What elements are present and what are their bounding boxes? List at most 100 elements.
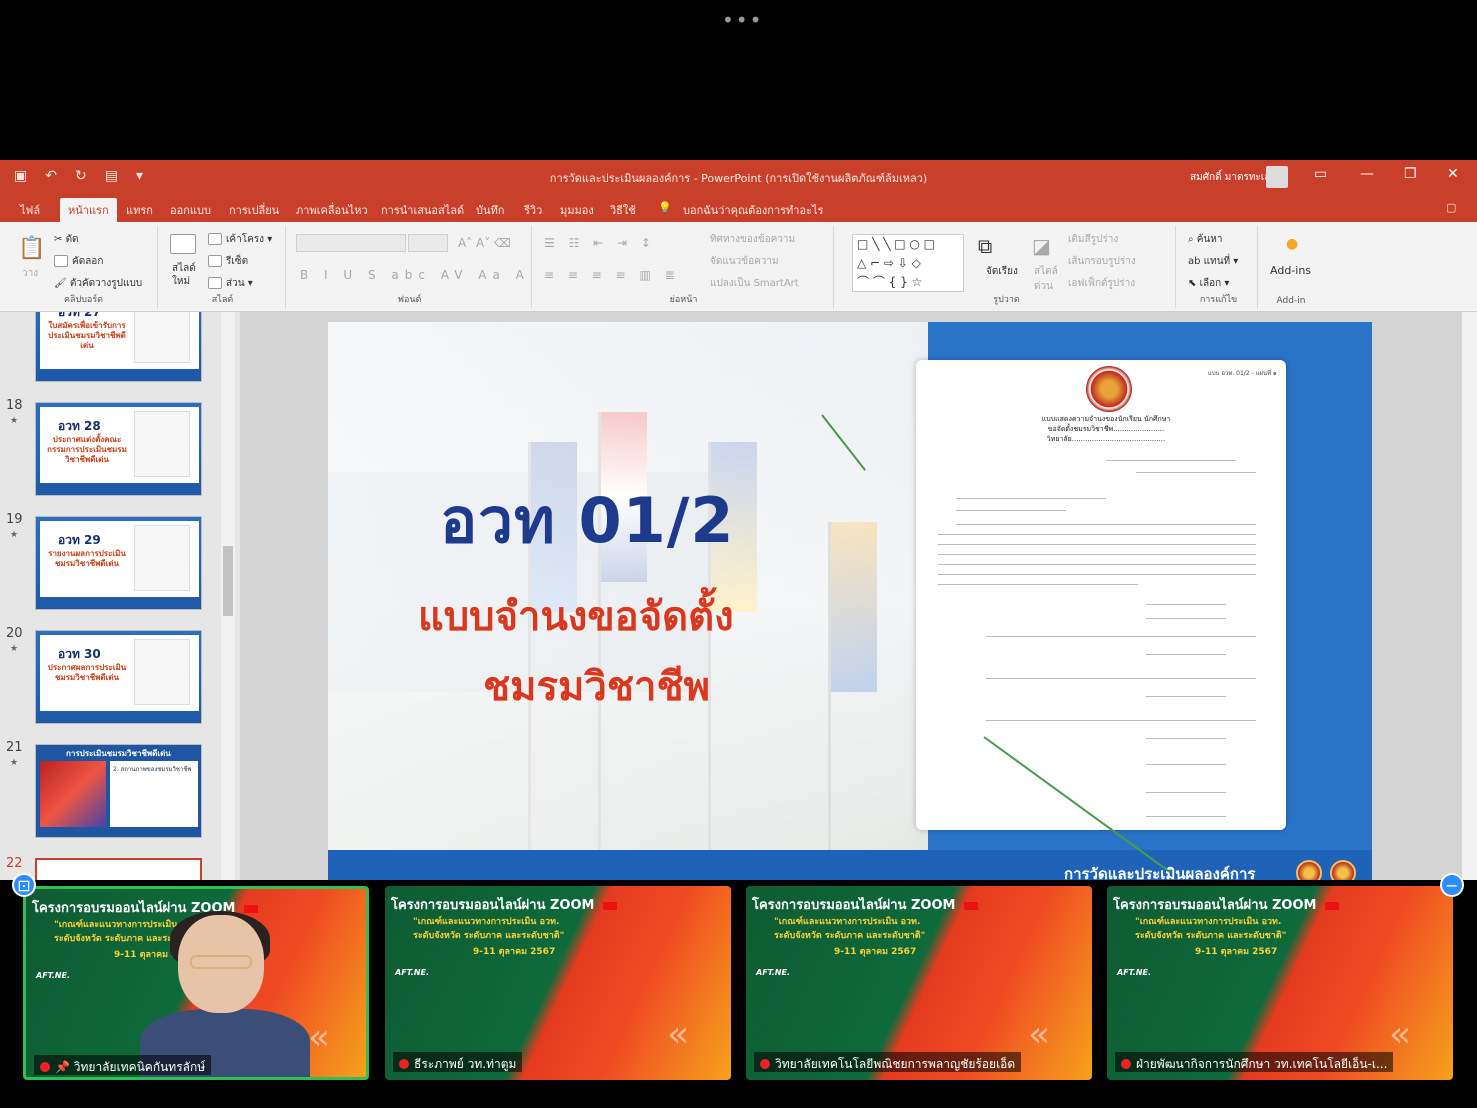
slide-title-line1: แบบจำนงขอจัดตั้ง (418, 594, 734, 640)
paste-button[interactable]: วาง (22, 266, 38, 281)
video-tile-active[interactable]: โครงการอบรมออนไลน์ผ่าน ZOOM "เกณฑ์และแนว… (23, 886, 369, 1080)
select-button[interactable]: ⬉ เลือก ▾ (1188, 276, 1229, 291)
muted-mic-icon (40, 1062, 50, 1072)
copy-button[interactable]: คัดลอก (54, 254, 103, 269)
addins-icon: ● (1286, 236, 1299, 252)
video-tile[interactable]: โครงการอบรมออนไลน์ผ่าน ZOOM "เกณฑ์และแนว… (746, 886, 1092, 1080)
tab-record[interactable]: บันทึก (476, 201, 504, 219)
live-badge (1325, 902, 1339, 910)
reset-button[interactable]: รีเซ็ต (208, 254, 248, 269)
muted-mic-icon (760, 1059, 770, 1069)
grow-shrink-font-icons[interactable]: A˄ A˅ ⌫ (458, 236, 511, 250)
tab-slideshow[interactable]: การนำเสนอสไลด์ (381, 201, 464, 219)
slide-thumbnail[interactable]: อวท 27 ใบสมัครเพื่อเข้ารับการประเมินชมรม… (35, 312, 202, 382)
addins-button[interactable]: Add-ins (1270, 264, 1311, 277)
cut-icon: ✂ (54, 234, 66, 245)
slide-title-line2: ชมรมวิชาชีพ (483, 664, 710, 710)
participant-name: 📌 วิทยาลัยเทคนิคกันทรลักษ์ (34, 1055, 212, 1075)
chevron-decoration-icon: « (1389, 1014, 1412, 1055)
paste-icon[interactable]: 📋 (18, 236, 45, 261)
slide-thumbnail[interactable]: อวท 30 ประกาศผลการประเมินชมรมวิชาชีพดีเด… (35, 630, 202, 724)
tab-help[interactable]: วิธีใช้ (610, 201, 636, 219)
more-options-icon[interactable]: ••• (722, 8, 763, 32)
lightbulb-icon: 💡 (658, 201, 672, 214)
brand-logo: AFT.NE. (395, 968, 429, 977)
layout-button[interactable]: เค้าโครง ▾ (208, 232, 272, 247)
align-text-button[interactable]: จัดแนวข้อความ (710, 254, 779, 269)
tab-view[interactable]: มุมมอง (560, 201, 594, 219)
cut-button[interactable]: ✂ ตัด (54, 232, 79, 247)
slide-thumbnail[interactable]: อวท 29 รายงานผลการประเมินชมรมวิชาชีพดีเด… (35, 516, 202, 610)
text-direction-button[interactable]: ทิศทางของข้อความ (710, 232, 795, 247)
comments-icon[interactable]: ▢ (1446, 201, 1456, 214)
chevron-decoration-icon: « (1028, 1014, 1051, 1055)
group-label-slides: สไลด์ (211, 295, 234, 305)
copy-icon (54, 255, 68, 267)
group-clipboard: 📋 วาง ✂ ตัด คัดลอก 🖌 ตัวคัดวางรูปแบบ คลิ… (10, 226, 158, 308)
participant-name: วิทยาลัยเทคโนโลยีพณิชยการพลาญชัยร้อยเอ็ด (754, 1052, 1022, 1072)
ribbon: 📋 วาง ✂ ตัด คัดลอก 🖌 ตัวคัดวางรูปแบบ คลิ… (0, 222, 1477, 312)
muted-mic-icon (399, 1059, 409, 1069)
live-badge (603, 902, 617, 910)
restore-icon[interactable]: ❐ (1404, 166, 1417, 182)
ribbon-tabs: ไฟล์ หน้าแรก แทรก ออกแบบ การเปลี่ยน ภาพเ… (0, 194, 1477, 227)
minimize-icon[interactable]: — (1360, 166, 1374, 182)
video-tile[interactable]: โครงการอบรมออนไลน์ผ่าน ZOOM "เกณฑ์และแนว… (1107, 886, 1453, 1080)
tab-review[interactable]: รีวิว (524, 201, 542, 219)
quick-styles-button[interactable]: สไตล์ด่วน (1034, 264, 1070, 294)
layout-icon (208, 233, 222, 245)
form-header: แบบแสดงความจำนงของนักเรียน นักศึกษา ขอจั… (1041, 415, 1171, 443)
brand-logo: AFT.NE. (36, 971, 70, 980)
slide-thumbnails-pane: อวท 27 ใบสมัครเพื่อเข้ารับการประเมินชมรม… (0, 312, 238, 884)
replace-button[interactable]: ab แทนที่ ▾ (1188, 254, 1238, 269)
shape-effects-button[interactable]: เอฟเฟ็กต์รูปร่าง (1068, 276, 1135, 291)
font-size-input[interactable] (408, 234, 448, 252)
video-tile[interactable]: โครงการอบรมออนไลน์ผ่าน ZOOM "เกณฑ์และแนว… (385, 886, 731, 1080)
section-button[interactable]: ส่วน ▾ (208, 276, 253, 291)
form-document-image: แบบ อวท. 01/2 - แผ่นที่ ๑ แบบแสดงความจำน… (916, 360, 1286, 830)
shape-fill-button[interactable]: เติมสีรูปร่าง (1068, 232, 1118, 247)
font-name-input[interactable] (296, 234, 406, 252)
new-slide-button[interactable]: สไลด์ใหม่ (172, 262, 202, 288)
shape-outline-button[interactable]: เส้นกรอบรูปร่าง (1068, 254, 1136, 269)
title-bar: ▣ ↶ ↻ ▤ ▾ การวัดและประเมินผลองค์การ - Po… (0, 160, 1477, 194)
pin-icon: 📌 (55, 1060, 74, 1074)
slide-number: 19 (6, 512, 23, 527)
current-slide[interactable]: การวัดและประเมินผลองค์การ อวท 01/2 แบบจำ… (328, 322, 1372, 888)
slide-scrollbar[interactable] (1462, 312, 1477, 884)
smartart-button[interactable]: แปลงเป็น SmartArt (710, 276, 799, 291)
slide-number: 22 (6, 856, 23, 871)
group-label-editing: การแก้ไข (1199, 295, 1238, 305)
view-switch-icon[interactable]: ⊡ (12, 873, 36, 897)
replace-icon: ab (1188, 256, 1204, 267)
thumbnails-scrollbar[interactable] (221, 312, 235, 884)
group-addins: ● Add-ins Add-in (1260, 226, 1322, 308)
live-badge (964, 902, 978, 910)
format-painter-button[interactable]: 🖌 ตัวคัดวางรูปแบบ (54, 276, 142, 291)
close-icon[interactable]: ✕ (1447, 166, 1459, 182)
tab-insert[interactable]: แทรก (126, 201, 153, 219)
group-drawing: □ ╲ ╲ □ ○ □ △ ⌐ ⇨ ⇩ ◇ ⌒ ⌒ { } ☆ ⧉ จัดเรียง… (838, 226, 1176, 308)
list-indent-icons[interactable]: ☰ ☷ ⇤ ⇥ ↕ (544, 236, 656, 250)
tab-design[interactable]: ออกแบบ (170, 201, 211, 219)
alignment-icons[interactable]: ≡ ≡ ≡ ≡ ▥ ≣ (544, 268, 680, 282)
reset-icon (208, 255, 222, 267)
group-label-addins: Add-in (1276, 296, 1306, 306)
avatar[interactable] (1266, 166, 1288, 188)
slide-thumbnail[interactable]: อวท 28 ประกาศแต่งตั้งคณะกรรมการประเมินชม… (35, 402, 202, 496)
zoom-top-bar: ••• (0, 0, 1477, 160)
tab-transitions[interactable]: การเปลี่ยน (229, 201, 279, 219)
tab-animations[interactable]: ภาพเคลื่อนไหว (296, 201, 368, 219)
shapes-gallery[interactable]: □ ╲ ╲ □ ○ □ △ ⌐ ⇨ ⇩ ◇ ⌒ ⌒ { } ☆ (852, 234, 964, 292)
muted-mic-icon (1121, 1059, 1131, 1069)
ribbon-display-icon[interactable]: ▭ (1314, 166, 1327, 182)
tab-file[interactable]: ไฟล์ (20, 201, 40, 219)
brand-logo: AFT.NE. (756, 968, 790, 977)
tell-me-box[interactable]: บอกฉันว่าคุณต้องการทำอะไร (683, 201, 823, 219)
animation-star-icon: ★ (10, 644, 19, 654)
slide-thumbnail[interactable]: การประเมินชมรมวิชาชีพดีเด่น 2. สถานภาพขอ… (35, 744, 202, 838)
arrange-button[interactable]: จัดเรียง (986, 264, 1018, 279)
minimize-gallery-icon[interactable]: − (1440, 873, 1464, 897)
find-button[interactable]: ⌕ ค้นหา (1188, 232, 1223, 247)
font-style-buttons[interactable]: B I U S abc AV Aa A (300, 268, 530, 282)
